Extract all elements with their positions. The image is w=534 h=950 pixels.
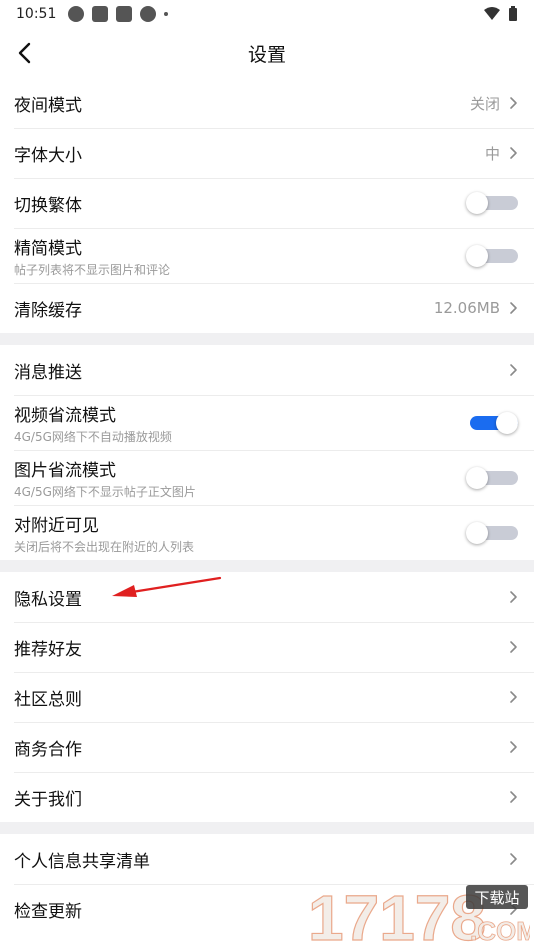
- setting-label: 检查更新: [14, 901, 82, 922]
- setting-row-business-cooperation[interactable]: 商务合作: [0, 722, 534, 772]
- more-notifications-icon: [164, 12, 169, 16]
- setting-label: 清除缓存: [14, 300, 82, 321]
- setting-row-lite-mode[interactable]: 精简模式帖子列表将不显示图片和评论: [0, 228, 534, 283]
- chevron-right-icon: [510, 641, 517, 653]
- toggle-knob: [496, 411, 518, 434]
- status-time: 10:51: [16, 6, 57, 22]
- setting-label: 精简模式: [14, 238, 82, 259]
- section-divider: [0, 333, 534, 345]
- settings-section: 消息推送视频省流模式 4G/5G网络下不自动播放视频图片省流模式 4G/5G网络下不…: [0, 345, 534, 560]
- back-arrow-icon[interactable]: [14, 40, 38, 66]
- setting-row-font-size[interactable]: 字体大小 中: [0, 128, 534, 178]
- watermark-number: 17178: [308, 882, 486, 948]
- chevron-right-icon: [510, 791, 517, 803]
- chevron-right-icon: [510, 853, 517, 865]
- visible-nearby-toggle[interactable]: [466, 520, 518, 546]
- setting-row-clear-cache[interactable]: 清除缓存 12.06MB: [0, 283, 534, 333]
- setting-label: 个人信息共享清单: [14, 851, 150, 872]
- setting-description: 4G/5G网络下不显示帖子正文图片: [14, 484, 196, 499]
- setting-label: 对附近可见: [14, 515, 99, 536]
- setting-row-visible-nearby[interactable]: 对附近可见关闭后将不会出现在附近的人列表: [0, 505, 534, 560]
- section-divider: [0, 822, 534, 834]
- settings-section: 夜间模式 关闭字体大小 中切换繁体精简模式帖子列表将不显示图片和评论清除缓存 12.0…: [0, 78, 534, 333]
- setting-label: 图片省流模式: [14, 460, 116, 481]
- setting-label: 消息推送: [14, 362, 82, 383]
- setting-label: 社区总则: [14, 689, 82, 710]
- setting-row-traditional-chinese[interactable]: 切换繁体: [0, 178, 534, 228]
- setting-label: 字体大小: [14, 145, 82, 166]
- chevron-right-icon: [510, 741, 517, 753]
- setting-row-recommend-friends[interactable]: 推荐好友: [0, 622, 534, 672]
- setting-description: 关闭后将不会出现在附近的人列表: [14, 539, 195, 554]
- setting-label: 推荐好友: [14, 639, 82, 660]
- app-notification-icon: [92, 6, 109, 22]
- top-bar: 设置: [0, 28, 534, 78]
- settings-list: 夜间模式 关闭字体大小 中切换繁体精简模式帖子列表将不显示图片和评论清除缓存 12.0…: [0, 78, 534, 934]
- setting-row-community-rules[interactable]: 社区总则: [0, 672, 534, 722]
- image-data-saver-toggle[interactable]: [466, 465, 518, 491]
- setting-value: 中: [484, 144, 500, 163]
- battery-icon: [509, 6, 517, 21]
- setting-row-privacy-settings[interactable]: 隐私设置: [0, 572, 534, 622]
- site-watermark: 17178 下载站 .COM: [307, 881, 534, 950]
- setting-label: 商务合作: [14, 739, 82, 760]
- traditional-chinese-toggle[interactable]: [466, 190, 518, 216]
- setting-row-image-data-saver[interactable]: 图片省流模式 4G/5G网络下不显示帖子正文图片: [0, 450, 534, 505]
- toggle-knob: [466, 466, 488, 489]
- setting-description: 帖子列表将不显示图片和评论: [14, 262, 171, 277]
- toggle-knob: [466, 192, 488, 214]
- setting-row-about-us[interactable]: 关于我们: [0, 772, 534, 822]
- setting-label: 夜间模式: [14, 95, 82, 116]
- setting-value: 12.06MB: [433, 299, 500, 317]
- setting-label: 视频省流模式: [14, 405, 116, 426]
- toggle-knob: [466, 244, 488, 267]
- chevron-right-icon: [510, 302, 517, 314]
- setting-label: 关于我们: [14, 789, 82, 810]
- chevron-right-icon: [510, 97, 517, 109]
- status-bar: 10:51: [0, 0, 534, 28]
- page-title: 设置: [247, 43, 286, 66]
- chevron-right-icon: [510, 147, 517, 159]
- toggle-knob: [466, 521, 488, 544]
- section-divider: [0, 560, 534, 572]
- watermark-badge: 下载站: [474, 889, 519, 907]
- chevron-right-icon: [510, 691, 517, 703]
- watermark-domain: .COM: [470, 916, 530, 946]
- setting-label: 隐私设置: [14, 589, 82, 610]
- app-notification-icon: [68, 6, 85, 22]
- lite-mode-toggle[interactable]: [466, 243, 518, 269]
- setting-row-push-notifications[interactable]: 消息推送: [0, 345, 534, 395]
- app-notification-icon: [140, 6, 157, 22]
- chevron-right-icon: [510, 364, 517, 376]
- video-data-saver-toggle[interactable]: [466, 410, 518, 436]
- settings-section: 隐私设置推荐好友社区总则商务合作关于我们: [0, 572, 534, 822]
- setting-row-personal-info-sharing-list[interactable]: 个人信息共享清单: [0, 834, 534, 884]
- chevron-right-icon: [510, 591, 517, 603]
- app-notification-icon: [116, 6, 133, 22]
- setting-description: 4G/5G网络下不自动播放视频: [14, 429, 172, 444]
- setting-label: 切换繁体: [14, 195, 82, 216]
- setting-row-night-mode[interactable]: 夜间模式 关闭: [0, 78, 534, 128]
- setting-value: 关闭: [469, 94, 500, 113]
- wifi-icon: [484, 7, 500, 20]
- setting-row-video-data-saver[interactable]: 视频省流模式 4G/5G网络下不自动播放视频: [0, 395, 534, 450]
